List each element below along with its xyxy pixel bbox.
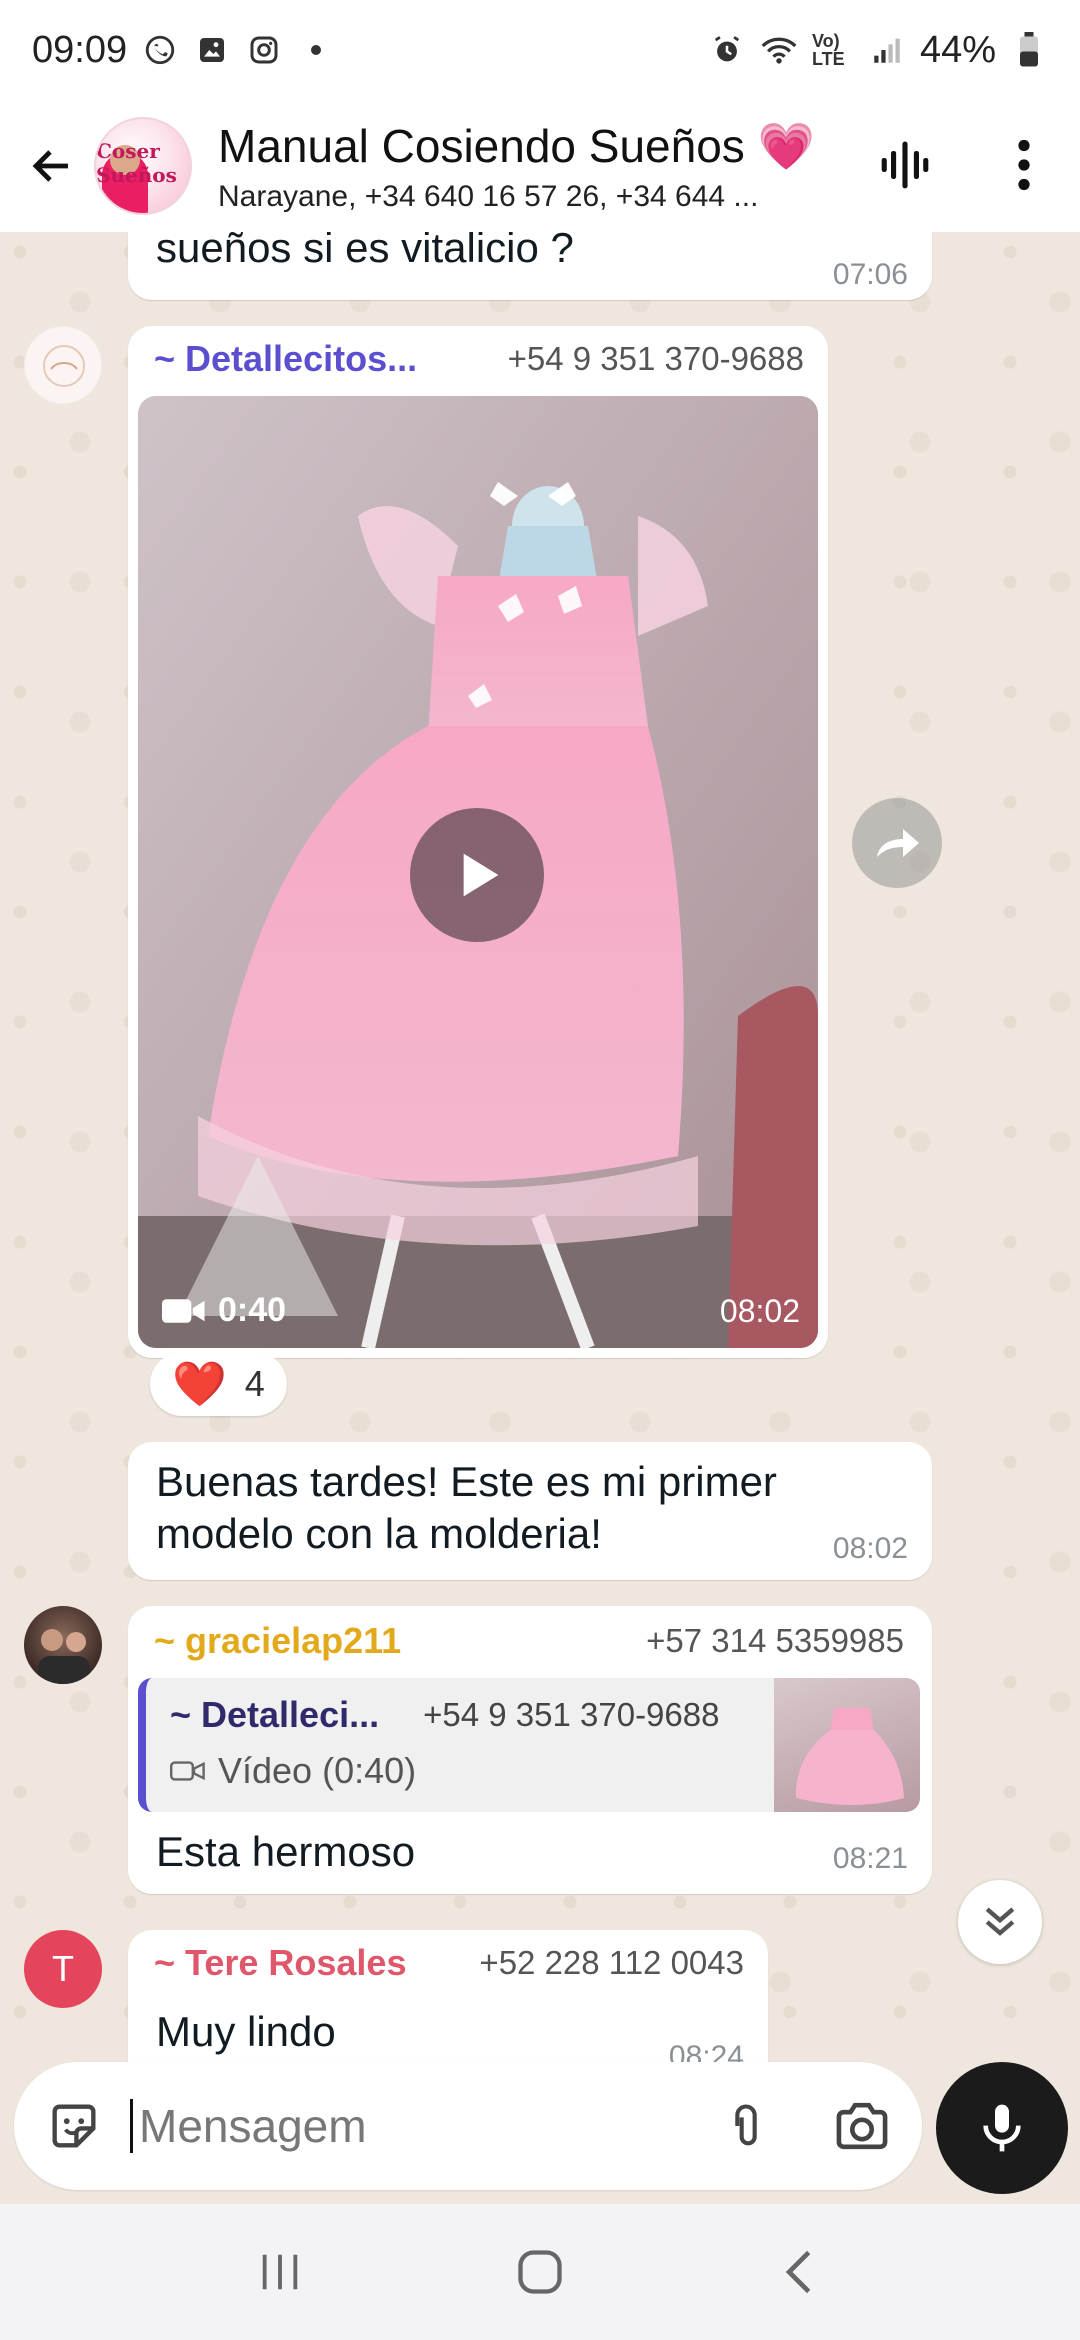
sender-row: ~ Detallecitos... +54 9 351 370-9688 (154, 338, 804, 380)
voice-message-button[interactable] (936, 2062, 1068, 2194)
heart-emoji: 💗 (757, 119, 815, 172)
message-time: 08:21 (832, 1842, 908, 1875)
avatar-logo-icon (43, 345, 85, 387)
signal-icon (868, 31, 906, 69)
system-nav-bar (0, 2204, 1080, 2340)
play-button[interactable] (410, 808, 544, 942)
video-thumbnail[interactable]: 0:40 08:02 (138, 396, 818, 1348)
alarm-icon (708, 31, 746, 69)
nav-back-button[interactable] (760, 2232, 840, 2312)
video-camera-icon (170, 1761, 205, 1781)
quoted-content: Vídeo (0:40) (170, 1750, 416, 1792)
chat-title: Manual Cosiendo Sueños 💗 (218, 119, 868, 174)
voice-chat-button[interactable] (870, 130, 940, 200)
avatar-letter: T (52, 1948, 74, 1989)
message-bubble[interactable]: sueños si es vitalicio ? 07:06 (128, 232, 932, 300)
avatar-logo-text: Coser Sueños (96, 139, 177, 187)
pink-dress-thumbnail (795, 1708, 904, 1805)
reaction-pill[interactable]: ❤️ 4 (150, 1352, 287, 1416)
forward-button[interactable] (852, 798, 942, 888)
audio-wave-icon (881, 141, 929, 189)
message-time: 08:02 (832, 1532, 908, 1565)
arrow-left-icon (32, 150, 68, 182)
sender-name[interactable]: ~ Detallecitos... (154, 338, 417, 380)
status-left: 09:09 (32, 29, 335, 72)
play-icon (463, 853, 499, 897)
chevron-left-icon (785, 2250, 811, 2294)
message-text: Buenas tardes! Este es mi primer modelo … (156, 1458, 777, 1557)
group-avatar[interactable]: Coser Sueños (94, 117, 192, 215)
back-button[interactable] (20, 134, 84, 198)
video-duration-text: 0:40 (218, 1291, 287, 1329)
sender-avatar[interactable] (24, 326, 102, 404)
message-composer (14, 2062, 922, 2190)
sender-name[interactable]: ~ Tere Rosales (154, 1942, 406, 1984)
message-bubble[interactable]: ~ Tere Rosales +52 228 112 0043 Muy lind… (128, 1930, 768, 2062)
sender-phone: +54 9 351 370-9688 (507, 340, 804, 377)
forward-icon (877, 829, 919, 857)
scroll-to-bottom-button[interactable] (958, 1880, 1042, 1964)
quoted-message[interactable]: ~ Detalleci... +54 9 351 370-9688 Vídeo … (138, 1678, 920, 1812)
sender-name[interactable]: ~ gracielap211 (154, 1620, 401, 1662)
more-vertical-icon (1018, 139, 1030, 191)
dot-icon (297, 31, 335, 69)
quoted-sender-phone: +54 9 351 370-9688 (423, 1696, 720, 1733)
message-bubble[interactable]: Buenas tardes! Este es mi primer modelo … (128, 1442, 932, 1580)
message-time: 08:02 (719, 1293, 800, 1329)
chat-participants: Narayane, +34 640 16 57 26, +34 644 ... (218, 179, 759, 213)
sender-avatar[interactable]: T (24, 1930, 102, 2008)
quoted-sender-row: ~ Detalleci... +54 9 351 370-9688 (170, 1694, 719, 1736)
message-input[interactable] (130, 2099, 690, 2153)
message-text: Esta hermoso (156, 1828, 416, 1875)
quoted-text: Vídeo (0:40) (218, 1750, 417, 1791)
sender-row: ~ Tere Rosales +52 228 112 0043 (154, 1942, 744, 1984)
sticker-button[interactable] (38, 2090, 110, 2162)
message-text: sueños si es vitalicio ? (156, 232, 574, 271)
network-type-label: Vo) LTE (811, 31, 845, 69)
sender-phone: +52 228 112 0043 (479, 1944, 744, 1981)
whatsapp-icon (141, 31, 179, 69)
home-button[interactable] (500, 2232, 580, 2312)
recent-apps-icon (262, 2254, 298, 2290)
sender-phone: +57 314 5359985 (646, 1622, 904, 1659)
battery-percent: 44% (919, 28, 996, 71)
instagram-icon (245, 31, 283, 69)
message-time: 08:24 (668, 2040, 744, 2062)
video-camera-icon (162, 1298, 205, 1323)
gallery-icon (193, 31, 231, 69)
chat-info[interactable]: Manual Cosiendo Sueños 💗 Narayane, +34 6… (218, 119, 868, 214)
reaction-count: 4 (244, 1363, 265, 1404)
message-text: Muy lindo (156, 2008, 336, 2055)
sender-avatar[interactable] (24, 1606, 102, 1684)
reply-message-bubble[interactable]: ~ gracielap211 +57 314 5359985 ~ Detalle… (128, 1606, 932, 1894)
camera-icon (836, 2102, 888, 2150)
quoted-sender-name: ~ Detalleci... (170, 1694, 380, 1735)
status-time: 09:09 (32, 28, 128, 71)
sticker-icon (52, 2104, 96, 2148)
status-right: Vo) LTE 44% (708, 29, 1048, 72)
battery-icon (1010, 31, 1048, 69)
quoted-thumbnail (774, 1678, 920, 1812)
wifi-icon (760, 31, 798, 69)
microphone-icon (983, 2104, 1021, 2152)
camera-button[interactable] (826, 2090, 898, 2162)
message-time: 07:06 (832, 258, 908, 291)
chat-title-text: Manual Cosiendo Sueños (218, 119, 745, 172)
chat-header: Coser Sueños Manual Cosiendo Sueños 💗 Na… (0, 100, 1080, 232)
recent-apps-button[interactable] (240, 2232, 320, 2312)
video-duration: 0:40 (162, 1291, 286, 1330)
paperclip-icon (735, 2104, 757, 2146)
status-bar: 09:09 Vo) LTE 44% (0, 0, 1080, 100)
more-options-button[interactable] (1004, 130, 1044, 200)
sender-row: ~ gracielap211 +57 314 5359985 (154, 1620, 904, 1662)
chat-area[interactable]: sueños si es vitalicio ? 07:06 ~ Detalle… (0, 232, 1080, 2062)
attach-button[interactable] (710, 2090, 782, 2162)
home-icon (518, 2250, 562, 2294)
double-chevron-down-icon (985, 1907, 1015, 1936)
video-message-bubble[interactable]: ~ Detallecitos... +54 9 351 370-9688 0:4… (128, 326, 828, 1358)
user-photo-icon (38, 1629, 90, 1684)
heart-reaction-icon: ❤️ (172, 1360, 227, 1409)
